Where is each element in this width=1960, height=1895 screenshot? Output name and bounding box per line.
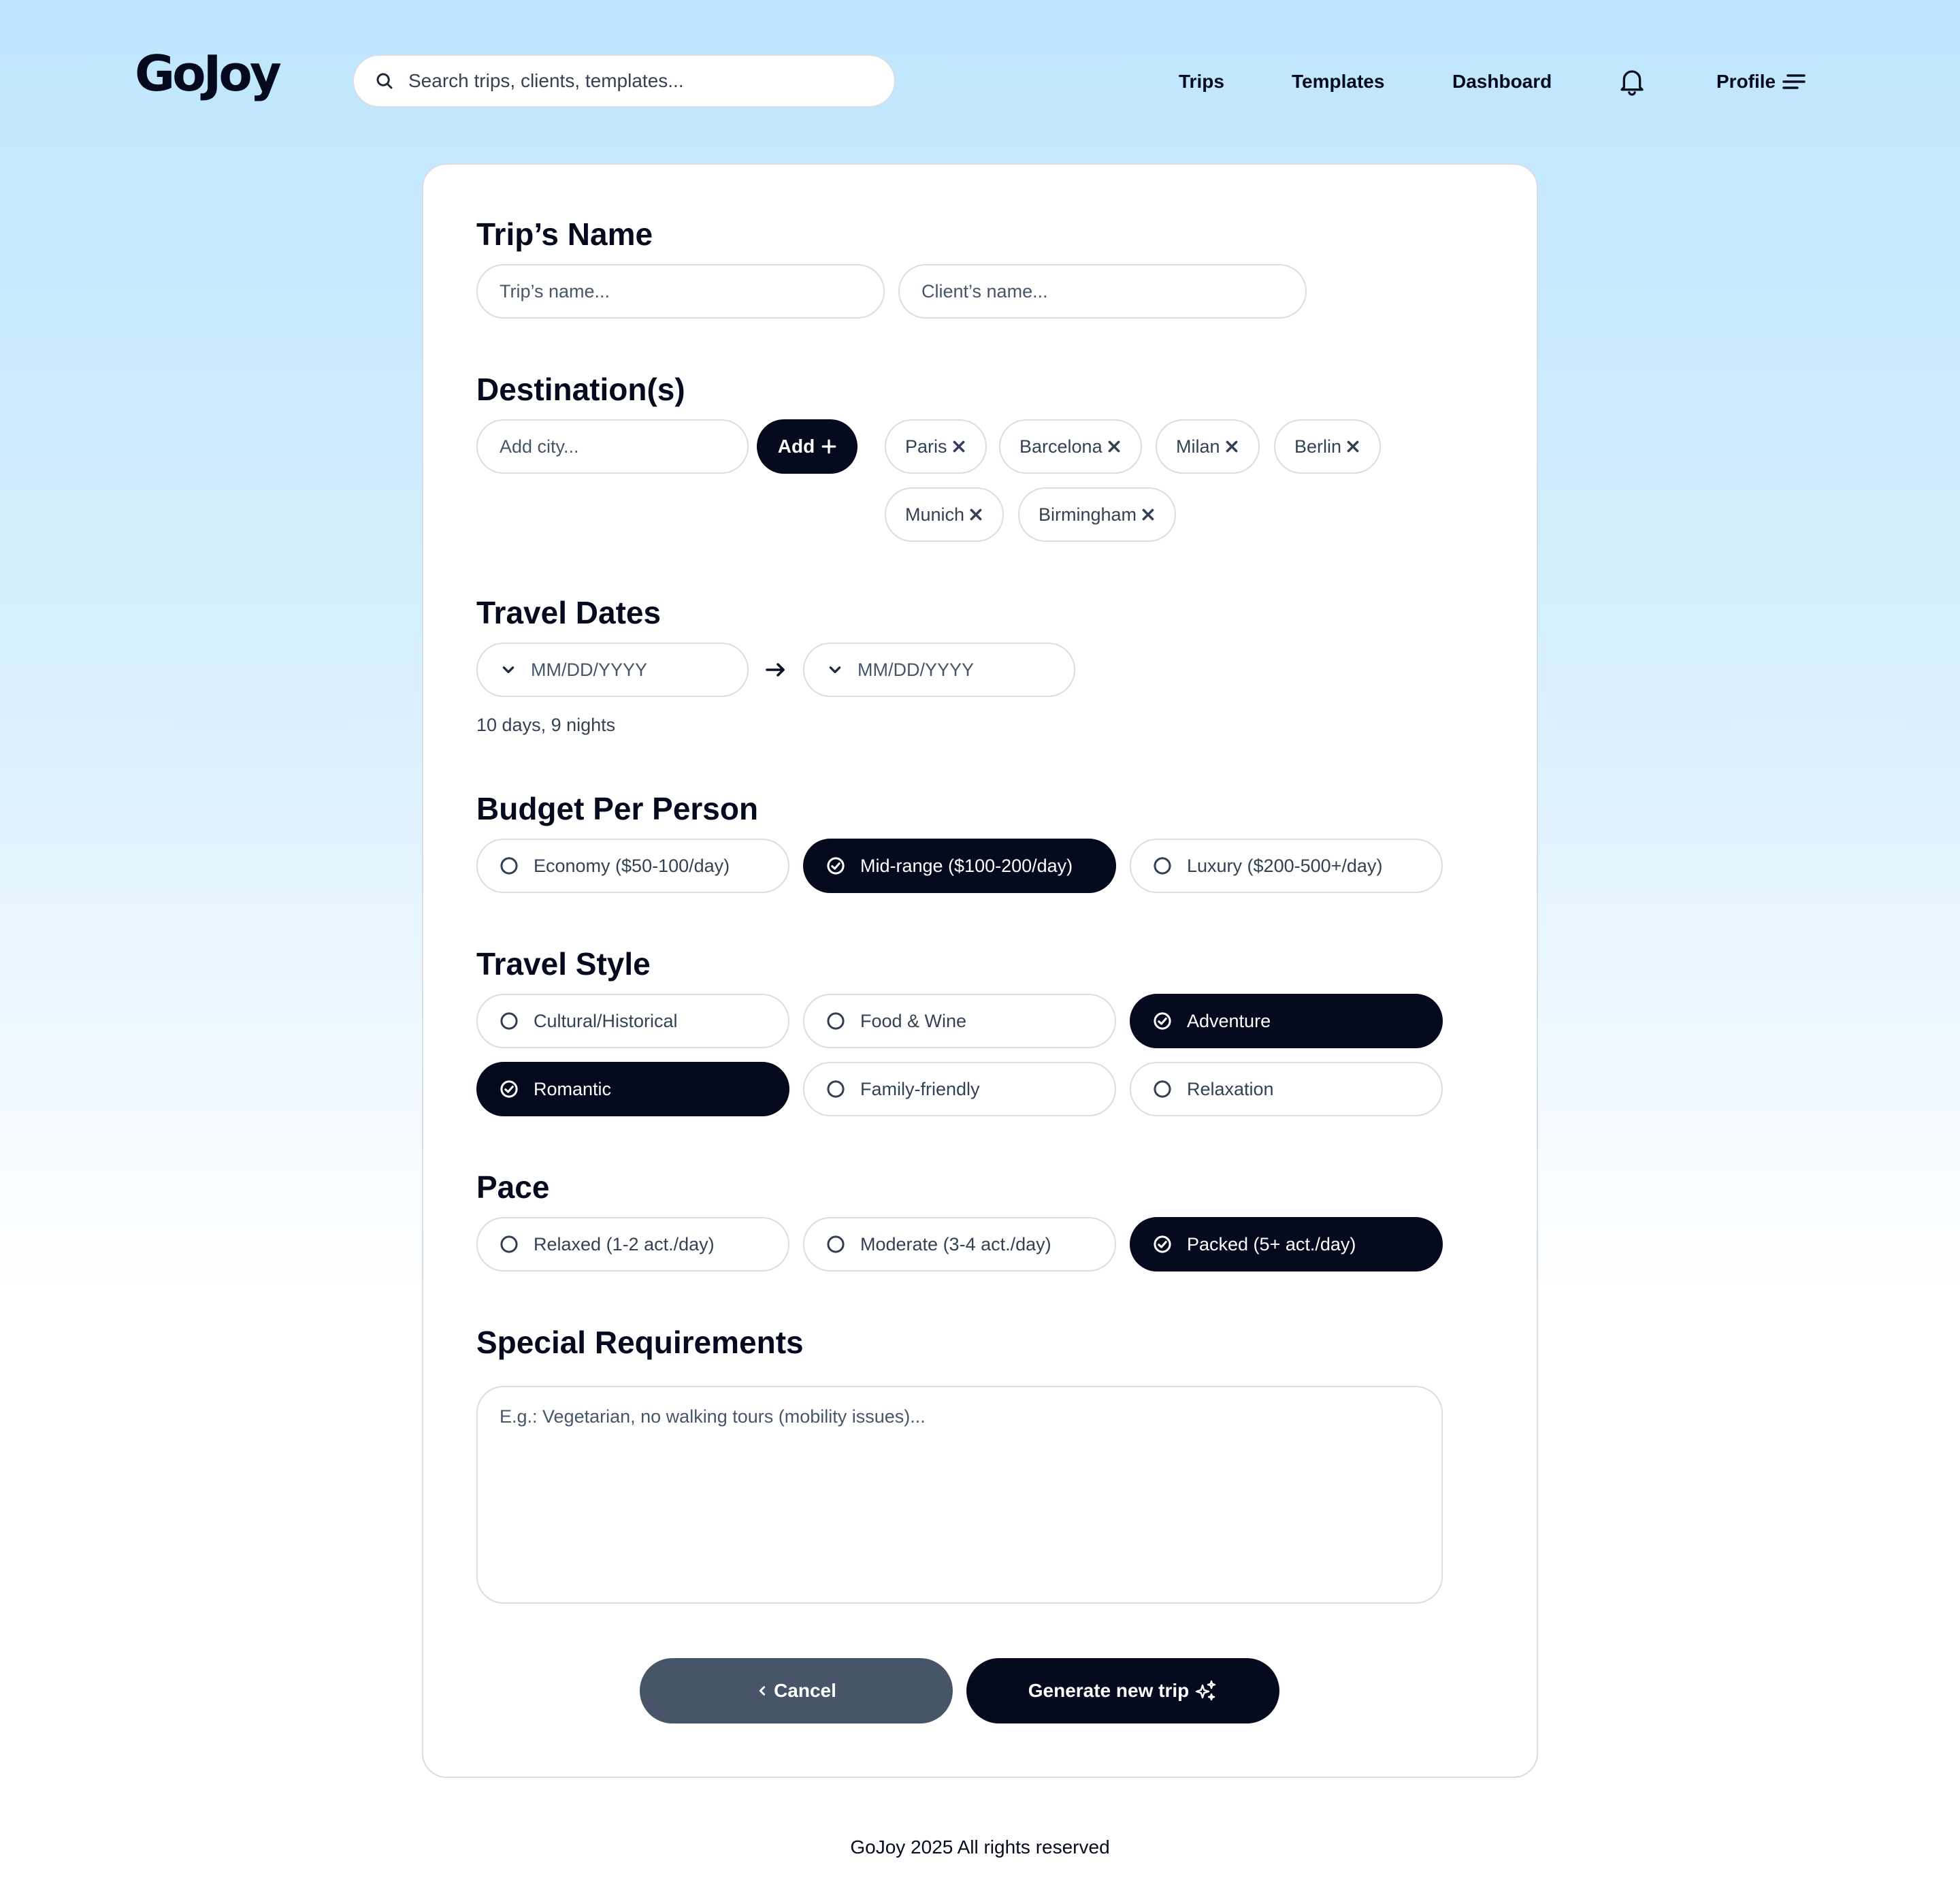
destination-chip-barcelona: Barcelona — [999, 419, 1142, 474]
nav-dashboard[interactable]: Dashboard — [1452, 68, 1552, 95]
destination-chip-munich: Munich — [885, 487, 1004, 542]
option-label: Cultural/Historical — [534, 1010, 678, 1031]
destination-chip-berlin: Berlin — [1274, 419, 1382, 474]
destination-chip-paris: Paris — [885, 419, 987, 474]
destination-chip-label: Birmingham — [1039, 504, 1137, 525]
special-requirements-field[interactable] — [476, 1386, 1443, 1604]
end-date-placeholder: MM/DD/YYYY — [858, 659, 975, 680]
check-circle-icon — [500, 1080, 518, 1098]
chevron-down-icon — [829, 666, 841, 673]
sparkle-icon — [1196, 1680, 1216, 1701]
trip-name-heading: Trip’s Name — [476, 216, 653, 252]
generate-label: Generate new trip — [1028, 1680, 1190, 1701]
search-input[interactable] — [407, 69, 872, 93]
start-date-placeholder: MM/DD/YYYY — [531, 659, 648, 680]
pace-option-packed[interactable]: Packed (5+ act./day) — [1130, 1217, 1443, 1272]
add-city-input[interactable] — [498, 435, 747, 458]
nav-templates[interactable]: Templates — [1292, 68, 1384, 95]
option-label: Food & Wine — [860, 1010, 967, 1031]
destination-chip-label: Paris — [905, 436, 947, 457]
search-icon — [376, 73, 393, 89]
check-circle-icon — [1154, 1012, 1171, 1030]
style-option-food-wine[interactable]: Food & Wine — [803, 994, 1116, 1048]
destination-chip-label: Milan — [1176, 436, 1220, 457]
style-option-family[interactable]: Family-friendly — [803, 1062, 1116, 1116]
cancel-button[interactable]: Cancel — [640, 1658, 953, 1723]
option-label: Packed (5+ act./day) — [1187, 1233, 1356, 1254]
search-bar[interactable] — [353, 54, 896, 108]
special-requirements-heading: Special Requirements — [476, 1325, 804, 1360]
trip-duration: 10 days, 9 nights — [476, 715, 616, 735]
check-circle-icon — [827, 857, 845, 875]
close-icon[interactable] — [1224, 439, 1239, 454]
trip-name-field[interactable] — [476, 264, 885, 319]
close-icon[interactable] — [951, 439, 966, 454]
style-option-adventure[interactable]: Adventure — [1130, 994, 1443, 1048]
radio-empty-icon — [500, 1235, 518, 1253]
style-option-relaxation[interactable]: Relaxation — [1130, 1062, 1443, 1116]
logo[interactable]: GoJoy — [135, 49, 282, 98]
travel-dates-heading: Travel Dates — [476, 595, 662, 630]
check-circle-icon — [1154, 1235, 1171, 1253]
client-name-field[interactable] — [898, 264, 1307, 319]
option-label: Relaxation — [1187, 1078, 1274, 1099]
radio-empty-icon — [1154, 857, 1171, 875]
option-label: Luxury ($200-500+/day) — [1187, 855, 1383, 876]
radio-empty-icon — [827, 1080, 845, 1098]
close-icon[interactable] — [968, 507, 983, 522]
end-date-field[interactable]: MM/DD/YYYY — [803, 643, 1075, 697]
pace-option-relaxed[interactable]: Relaxed (1-2 act./day) — [476, 1217, 789, 1272]
option-label: Relaxed (1-2 act./day) — [534, 1233, 715, 1254]
pace-option-moderate[interactable]: Moderate (3-4 act./day) — [803, 1217, 1116, 1272]
destinations-heading: Destination(s) — [476, 372, 685, 407]
destination-chip-label: Berlin — [1294, 436, 1342, 457]
option-label: Mid-range ($100-200/day) — [860, 855, 1073, 876]
add-city-label: Add — [777, 436, 815, 457]
add-city-button[interactable]: Add — [757, 419, 858, 474]
chevron-down-icon — [502, 666, 514, 673]
radio-empty-icon — [827, 1235, 845, 1253]
radio-empty-icon — [500, 857, 518, 875]
client-name-input[interactable] — [920, 280, 1305, 303]
destination-chip-milan: Milan — [1156, 419, 1260, 474]
travel-style-heading: Travel Style — [476, 946, 651, 982]
option-label: Romantic — [534, 1078, 612, 1099]
plus-icon — [821, 439, 836, 454]
option-label: Economy ($50-100/day) — [534, 855, 730, 876]
option-label: Moderate (3-4 act./day) — [860, 1233, 1051, 1254]
budget-option-luxury[interactable]: Luxury ($200-500+/day) — [1130, 839, 1443, 893]
footer-copyright: GoJoy 2025 All rights reserved — [850, 1836, 1110, 1858]
special-requirements-input[interactable] — [498, 1405, 1424, 1587]
bell-icon[interactable] — [1618, 67, 1646, 97]
trip-name-input[interactable] — [498, 280, 883, 303]
budget-option-mid-range[interactable]: Mid-range ($100-200/day) — [803, 839, 1116, 893]
radio-empty-icon — [1154, 1080, 1171, 1098]
radio-empty-icon — [500, 1012, 518, 1030]
add-city-field[interactable] — [476, 419, 749, 474]
style-option-romantic[interactable]: Romantic — [476, 1062, 789, 1116]
close-icon[interactable] — [1345, 439, 1360, 454]
chevron-left-icon — [759, 1686, 766, 1696]
pace-heading: Pace — [476, 1169, 550, 1205]
close-icon[interactable] — [1107, 439, 1122, 454]
profile-menu[interactable]: Profile — [1716, 68, 1806, 95]
radio-empty-icon — [827, 1012, 845, 1030]
nav-trips[interactable]: Trips — [1179, 68, 1224, 95]
option-label: Adventure — [1187, 1010, 1271, 1031]
start-date-field[interactable]: MM/DD/YYYY — [476, 643, 749, 697]
budget-heading: Budget Per Person — [476, 791, 759, 826]
arrow-right-icon — [766, 663, 785, 677]
profile-label: Profile — [1716, 71, 1776, 92]
destination-chip-label: Munich — [905, 504, 965, 525]
style-option-cultural[interactable]: Cultural/Historical — [476, 994, 789, 1048]
option-label: Family-friendly — [860, 1078, 980, 1099]
cancel-label: Cancel — [774, 1680, 836, 1701]
menu-icon — [1782, 74, 1806, 89]
destination-chip-label: Barcelona — [1019, 436, 1102, 457]
generate-trip-button[interactable]: Generate new trip — [966, 1658, 1279, 1723]
budget-option-economy[interactable]: Economy ($50-100/day) — [476, 839, 789, 893]
destination-chip-birmingham: Birmingham — [1018, 487, 1177, 542]
close-icon[interactable] — [1141, 507, 1156, 522]
